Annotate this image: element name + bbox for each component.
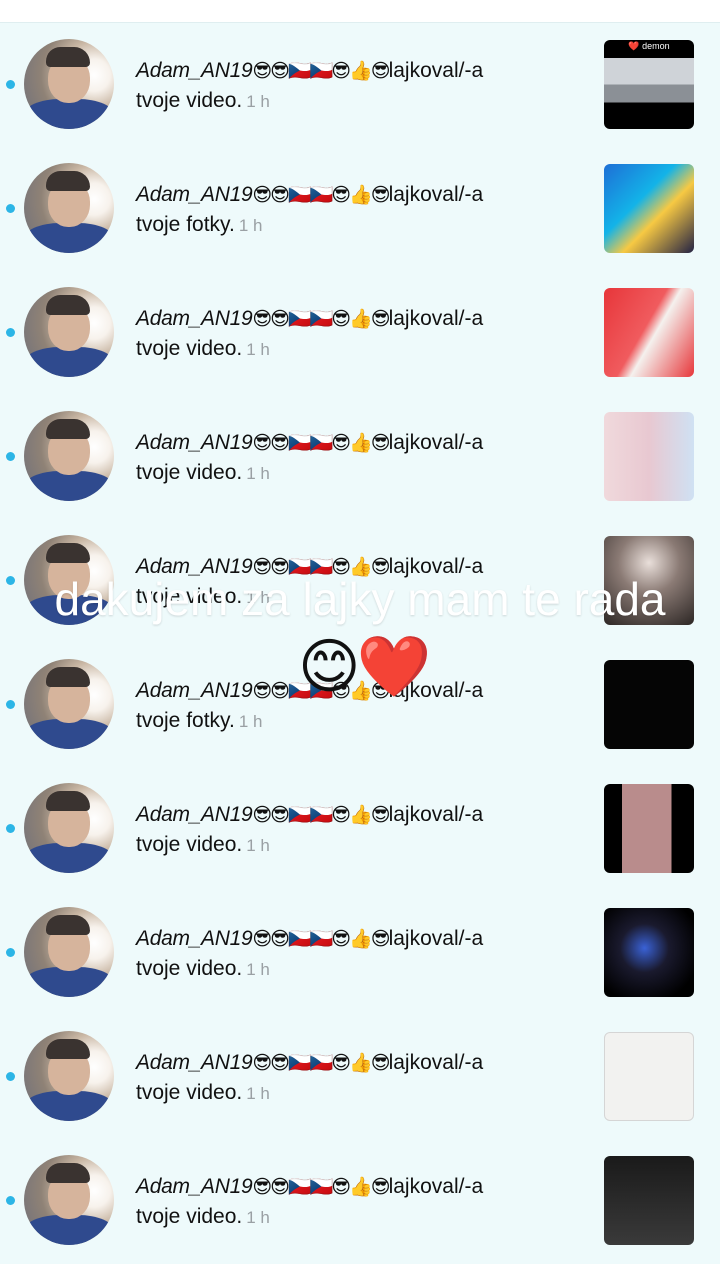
unread-dot-icon bbox=[6, 948, 15, 957]
unread-dot-icon bbox=[6, 824, 15, 833]
avatar[interactable] bbox=[24, 39, 114, 129]
username[interactable]: Adam_AN19 bbox=[136, 803, 253, 826]
notification-row[interactable]: Adam_AN19😎😎🇨🇿🇨🇿😎👍😎lajkoval/-a tvoje vide… bbox=[0, 394, 720, 518]
username-emojis: 😎😎🇨🇿🇨🇿😎👍😎 bbox=[252, 805, 390, 826]
username[interactable]: Adam_AN19 bbox=[136, 679, 253, 702]
post-thumbnail[interactable] bbox=[604, 660, 694, 749]
post-thumbnail[interactable] bbox=[604, 1032, 694, 1121]
action-object: tvoje fotky. bbox=[136, 213, 235, 236]
action-object: tvoje video. bbox=[136, 957, 243, 980]
username-emojis: 😎😎🇨🇿🇨🇿😎👍😎 bbox=[252, 61, 390, 82]
timestamp: 1 h bbox=[246, 464, 270, 483]
username[interactable]: Adam_AN19 bbox=[136, 59, 253, 82]
avatar[interactable] bbox=[24, 1155, 114, 1245]
username-emojis: 😎😎🇨🇿🇨🇿😎👍😎 bbox=[252, 929, 390, 950]
username[interactable]: Adam_AN19 bbox=[136, 183, 253, 206]
notification-text: Adam_AN19😎😎🇨🇿🇨🇿😎👍😎lajkoval/-a tvoje vide… bbox=[136, 800, 586, 860]
post-thumbnail[interactable] bbox=[604, 164, 694, 253]
timestamp: 1 h bbox=[246, 340, 270, 359]
action-object: tvoje fotky. bbox=[136, 709, 235, 732]
notification-text: Adam_AN19😎😎🇨🇿🇨🇿😎👍😎lajkoval/-a tvoje vide… bbox=[136, 924, 586, 984]
timestamp: 1 h bbox=[238, 216, 263, 235]
post-thumbnail[interactable] bbox=[604, 784, 694, 873]
action-verb: lajkoval/-a bbox=[388, 307, 484, 330]
unread-dot-icon bbox=[6, 328, 15, 337]
notification-text: Adam_AN19😎😎🇨🇿🇨🇿😎👍😎lajkoval/-a tvoje fotk… bbox=[136, 180, 586, 240]
action-verb: lajkoval/-a bbox=[388, 1175, 484, 1198]
notification-text: Adam_AN19😎😎🇨🇿🇨🇿😎👍😎lajkoval/-a tvoje vide… bbox=[136, 1048, 586, 1108]
notification-row[interactable]: Adam_AN19😎😎🇨🇿🇨🇿😎👍😎lajkoval/-a tvoje fotk… bbox=[0, 146, 720, 270]
unread-dot-icon bbox=[6, 1196, 15, 1205]
avatar[interactable] bbox=[24, 659, 114, 749]
username-emojis: 😎😎🇨🇿🇨🇿😎👍😎 bbox=[252, 1053, 390, 1074]
unread-dot-icon bbox=[6, 1072, 15, 1081]
avatar[interactable] bbox=[24, 1031, 114, 1121]
action-object: tvoje video. bbox=[136, 461, 243, 484]
username[interactable]: Adam_AN19 bbox=[136, 1051, 253, 1074]
thumbnail-caption: ❤️ demon bbox=[628, 41, 670, 51]
action-object: tvoje video. bbox=[136, 833, 243, 856]
action-object: tvoje video. bbox=[136, 337, 243, 360]
notification-row[interactable]: Adam_AN19😎😎🇨🇿🇨🇿😎👍😎lajkoval/-a tvoje vide… bbox=[0, 890, 720, 1014]
timestamp: 1 h bbox=[246, 960, 270, 979]
post-thumbnail[interactable] bbox=[604, 288, 694, 377]
notification-row[interactable]: Adam_AN19😎😎🇨🇿🇨🇿😎👍😎lajkoval/-a tvoje vide… bbox=[0, 1014, 720, 1138]
username-emojis: 😎😎🇨🇿🇨🇿😎👍😎 bbox=[252, 185, 390, 206]
notification-text: Adam_AN19😎😎🇨🇿🇨🇿😎👍😎lajkoval/-a tvoje vide… bbox=[136, 428, 586, 488]
notification-row[interactable]: Adam_AN19😎😎🇨🇿🇨🇿😎👍😎lajkoval/-a tvoje vide… bbox=[0, 1138, 720, 1262]
timestamp: 1 h bbox=[246, 836, 270, 855]
username[interactable]: Adam_AN19 bbox=[136, 431, 253, 454]
username[interactable]: Adam_AN19 bbox=[136, 1175, 253, 1198]
unread-dot-icon bbox=[6, 452, 15, 461]
notification-text: Adam_AN19😎😎🇨🇿🇨🇿😎👍😎lajkoval/-a tvoje vide… bbox=[136, 56, 586, 116]
username-emojis: 😎😎🇨🇿🇨🇿😎👍😎 bbox=[252, 309, 390, 330]
unread-dot-icon bbox=[6, 204, 15, 213]
notification-text: Adam_AN19😎😎🇨🇿🇨🇿😎👍😎lajkoval/-a tvoje vide… bbox=[136, 304, 586, 364]
unread-dot-icon bbox=[6, 80, 15, 89]
notification-text: Adam_AN19😎😎🇨🇿🇨🇿😎👍😎lajkoval/-a tvoje vide… bbox=[136, 1172, 586, 1232]
timestamp: 1 h bbox=[246, 1084, 270, 1103]
post-thumbnail[interactable]: ❤️ demon bbox=[604, 40, 694, 129]
unread-dot-icon bbox=[6, 700, 15, 709]
action-object: tvoje video. bbox=[136, 89, 243, 112]
overlay-emoji: 😊❤️ bbox=[298, 633, 431, 700]
timestamp: 1 h bbox=[246, 1208, 270, 1227]
action-verb: lajkoval/-a bbox=[388, 803, 484, 826]
timestamp: 1 h bbox=[238, 712, 263, 731]
notification-row[interactable]: Adam_AN19😎😎🇨🇿🇨🇿😎👍😎lajkoval/-a tvoje vide… bbox=[0, 270, 720, 394]
timestamp: 1 h bbox=[246, 92, 270, 111]
avatar[interactable] bbox=[24, 783, 114, 873]
notification-row[interactable]: Adam_AN19😎😎🇨🇿🇨🇿😎👍😎lajkoval/-a tvoje vide… bbox=[0, 766, 720, 890]
username[interactable]: Adam_AN19 bbox=[136, 927, 253, 950]
notification-row[interactable]: Adam_AN19😎😎🇨🇿🇨🇿😎👍😎lajkoval/-a tvoje vide… bbox=[0, 22, 720, 146]
action-object: tvoje video. bbox=[136, 1205, 243, 1228]
post-thumbnail[interactable] bbox=[604, 412, 694, 501]
action-verb: lajkoval/-a bbox=[388, 431, 484, 454]
avatar[interactable] bbox=[24, 163, 114, 253]
avatar[interactable] bbox=[24, 907, 114, 997]
avatar[interactable] bbox=[24, 411, 114, 501]
username-emojis: 😎😎🇨🇿🇨🇿😎👍😎 bbox=[252, 433, 390, 454]
action-verb: lajkoval/-a bbox=[388, 183, 484, 206]
username-emojis: 😎😎🇨🇿🇨🇿😎👍😎 bbox=[252, 1177, 390, 1198]
action-object: tvoje video. bbox=[136, 1081, 243, 1104]
action-verb: lajkoval/-a bbox=[388, 927, 484, 950]
action-verb: lajkoval/-a bbox=[388, 1051, 484, 1074]
overlay-caption: dakujem za lajky mam te rada bbox=[54, 573, 666, 625]
top-bar bbox=[0, 0, 720, 23]
post-thumbnail[interactable] bbox=[604, 1156, 694, 1245]
action-verb: lajkoval/-a bbox=[388, 59, 484, 82]
post-thumbnail[interactable] bbox=[604, 908, 694, 997]
username[interactable]: Adam_AN19 bbox=[136, 307, 253, 330]
avatar[interactable] bbox=[24, 287, 114, 377]
